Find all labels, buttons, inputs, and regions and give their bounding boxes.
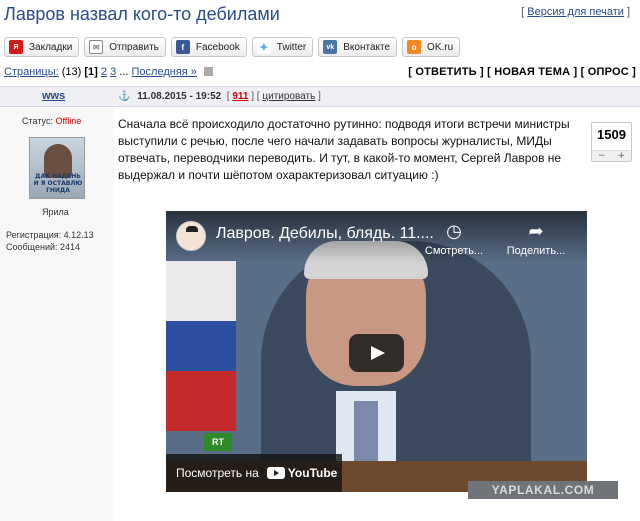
print-bracket-close: ] [626,6,630,18]
share-bar: Я Закладки ✉ Отправить f Facebook ✦ Twit… [4,37,461,57]
page-current: [1] [84,66,98,78]
share-twitter-button[interactable]: ✦ Twitter [251,37,314,57]
page-link-3[interactable]: 3 [110,66,116,78]
print-version-link[interactable]: Версия для печати [527,6,624,18]
share-facebook-button[interactable]: f Facebook [170,37,247,57]
author-panel: Статус: Offline ДАК НАДЕНЬ И Я ОСТАВЛЮ Г… [0,108,114,521]
pager-row: Страницы: (13) [1] 2 3 ... Последняя » [… [4,66,636,82]
share-facebook-label: Facebook [195,41,240,53]
status-label: Статус: [22,116,53,126]
post-author-link[interactable]: wws [42,90,65,102]
watch-on-label: Посмотреть на [176,466,259,480]
avatar[interactable]: ДАК НАДЕНЬ И Я ОСТАВЛЮ ГНИДА [29,137,85,199]
reply-button[interactable]: ОТВЕТИТЬ [415,66,476,78]
youtube-embed[interactable]: Лавров. Дебилы, блядь. 11.... ◷ Смотреть… [166,211,587,492]
pages-ellipsis: ... [119,66,129,78]
flag-blue-stripe [166,321,236,371]
print-bracket-open: [ [521,6,525,18]
messages-count: 2414 [60,242,81,252]
play-button[interactable] [349,334,404,372]
pages-count: (13) [61,66,82,78]
share-send-label: Отправить [109,41,159,53]
anchor-icon[interactable]: ⚓ [118,91,130,102]
channel-avatar[interactable] [176,221,206,251]
post-rating: 1509 − + [591,122,632,162]
flag-red-stripe [166,371,236,431]
page-link-last[interactable]: Последняя » [132,66,197,78]
youtube-logo: YouTube [266,466,338,480]
topic-title: Лавров назвал кого-то дебилами [4,4,280,24]
facebook-icon: f [175,40,190,54]
new-poll-button[interactable]: ОПРОС [588,66,629,78]
post-header: wws ⚓ 11.08.2015 - 19:52 [ 911 ] [ цитир… [0,86,640,107]
messages-label: Сообщений: [6,242,58,252]
pages-label[interactable]: Страницы: [4,66,59,78]
avatar-caption: ДАК НАДЕНЬ И Я ОСТАВЛЮ ГНИДА [33,173,83,194]
share-vkontakte-label: Вконтакте [343,41,391,53]
watch-on-youtube-button[interactable]: Посмотреть на YouTube [166,454,342,492]
rating-controls: − + [592,150,631,161]
share-bookmarks-button[interactable]: Я Закладки [4,37,80,57]
quote-link[interactable]: цитировать [262,91,315,102]
share-twitter-label: Twitter [276,41,307,53]
rating-plus-button[interactable]: + [612,151,632,161]
author-stats: Регистрация: 4.12.13 Сообщений: 2414 [6,229,94,253]
author-rank: Ярила [42,207,69,217]
mail-icon: ✉ [89,40,104,54]
new-topic-button[interactable]: НОВАЯ ТЕМА [494,66,570,78]
rating-minus-button[interactable]: − [592,151,612,161]
share-arrow-icon: ➦ [528,221,544,241]
registration-date: 4.12.13 [63,230,94,240]
watch-later-label: Смотреть... [424,245,484,257]
odnoklassniki-icon: о [407,40,422,54]
post-date: 11.08.2015 - 19:52 [137,91,222,102]
pagination: Страницы: (13) [1] 2 3 ... Последняя » [4,66,213,78]
print-version: [ Версия для печати ] [521,6,630,18]
clock-icon: ◷ [446,221,462,241]
post-body-text: Сначала всё происходило достаточно рутин… [118,117,570,182]
video-title[interactable]: Лавров. Дебилы, блядь. 11.... [216,225,434,243]
registration-label: Регистрация: [6,230,62,240]
topic-actions: [ ОТВЕТИТЬ ] [ НОВАЯ ТЕМА ] [ ОПРОС ] [408,66,636,78]
share-vkontakte-button[interactable]: vk Вконтакте [318,37,398,57]
yandex-icon: Я [9,40,23,54]
video-share-label: Поделить... [506,245,566,257]
youtube-play-icon [266,467,285,479]
post-number-link[interactable]: 911 [232,91,248,102]
share-ok-label: OK.ru [427,41,454,53]
status-value: Offline [55,116,82,126]
share-send-button[interactable]: ✉ Отправить [84,37,166,57]
author-status: Статус: Offline [22,116,81,126]
share-ok-button[interactable]: о OK.ru [402,37,461,57]
vk-icon: vk [323,40,338,54]
post-meta: ⚓ 11.08.2015 - 19:52 [ 911 ] [ цитироват… [118,91,321,102]
flag-white-stripe [166,261,236,321]
rating-value: 1509 [597,127,626,142]
site-watermark: YAPLAKAL.COM [468,481,618,499]
goto-page-icon[interactable] [203,67,213,76]
rt-channel-logo: RT [204,433,232,451]
youtube-wordmark: YouTube [287,466,338,480]
twitter-icon: ✦ [256,40,271,54]
watch-later-button[interactable]: ◷ Смотреть... [414,221,494,257]
share-bookmarks-label: Закладки [29,41,73,53]
video-share-button[interactable]: ➦ Поделить... [496,221,576,257]
page-link-2[interactable]: 2 [101,66,107,78]
